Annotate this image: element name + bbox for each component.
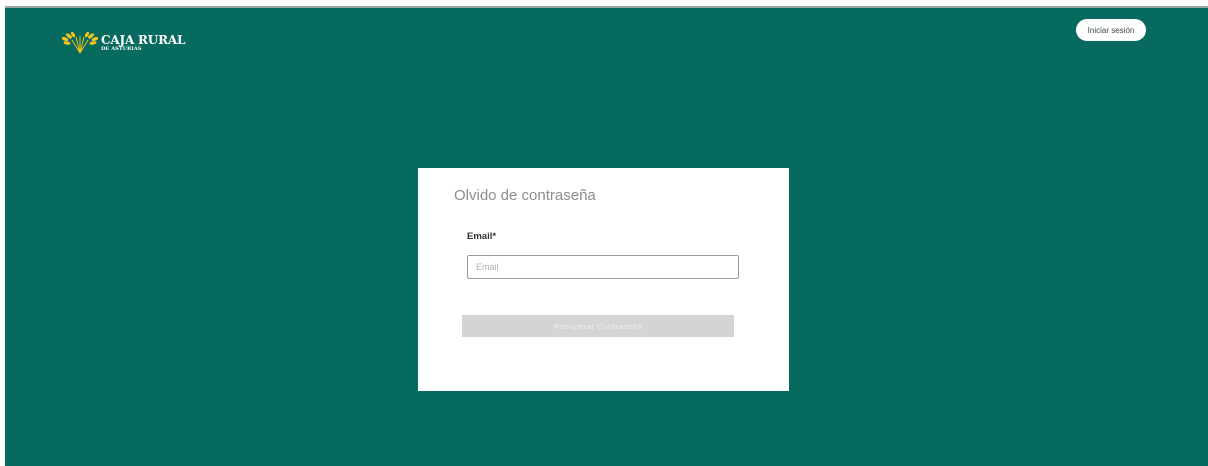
recover-password-button[interactable]: Recuperar Contraseña [462,315,734,337]
logo-subtitle: DE ASTURIAS [101,46,142,52]
login-button[interactable]: Iniciar sesión [1076,19,1146,41]
password-recovery-card: Olvido de contraseña Email* Recuperar Co… [418,168,789,391]
logo-name: CAJA RURAL [101,33,186,47]
logo[interactable]: CAJA RURAL DE ASTURIAS [62,32,185,54]
email-field[interactable] [467,255,739,279]
email-label: Email* [467,231,497,242]
page-background: CAJA RURAL DE ASTURIAS Iniciar sesión Ol… [5,6,1208,466]
wheat-icon [62,32,98,54]
page-title: Olvido de contraseña [454,187,596,204]
